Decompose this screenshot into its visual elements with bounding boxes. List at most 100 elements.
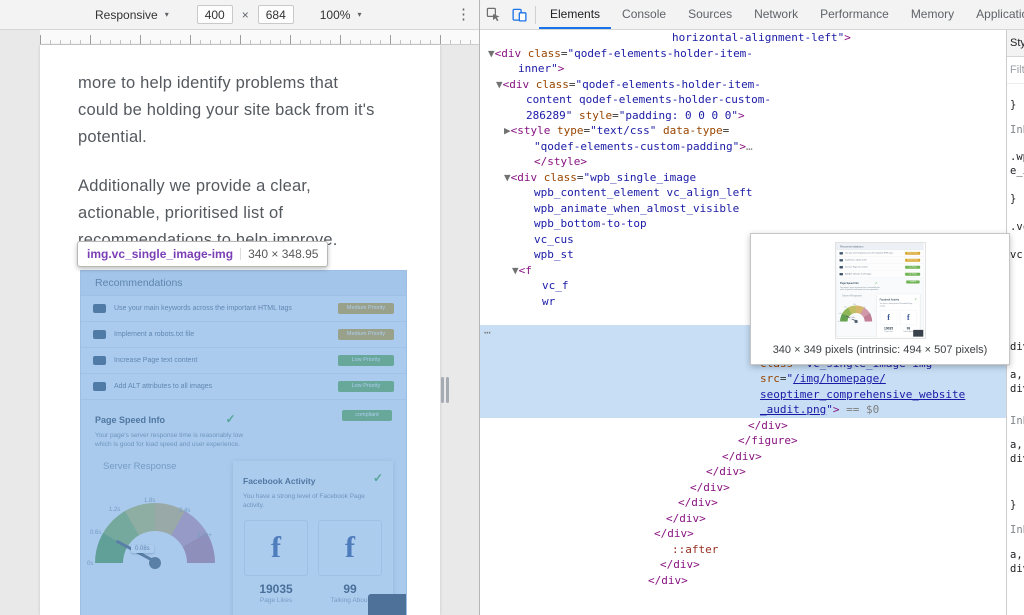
tree-line[interactable]: </div> <box>480 573 1006 589</box>
viewport-resize-handle[interactable] <box>441 377 451 403</box>
paragraph-line: potential. <box>78 124 418 151</box>
tooltip-dimensions: 340 × 348.95 <box>248 247 318 261</box>
tree-line[interactable]: src="/img/homepage/ <box>480 371 1006 387</box>
tab-sources[interactable]: Sources <box>677 0 743 29</box>
gauge-tick: 3.0s+ <box>197 533 212 539</box>
tab-memory[interactable]: Memory <box>900 0 965 29</box>
facebook-description: You have a strong level of Facebook Page… <box>879 303 917 308</box>
audit-row-text: Use your main keywords across the import… <box>114 305 338 313</box>
gauge-tick: 0s <box>87 561 93 567</box>
tree-line[interactable]: </figure> <box>480 433 1006 449</box>
audit-row-icon <box>93 330 106 339</box>
devtools-tab-strip: ElementsConsoleSourcesNetworkPerformance… <box>539 0 1024 29</box>
gauge-hub <box>854 320 857 323</box>
styles-fragment: Inh <box>1010 524 1024 536</box>
tree-line[interactable]: </div> <box>480 495 1006 511</box>
facebook-logo: f <box>318 520 382 576</box>
styles-fragment: div <box>1010 453 1024 465</box>
zoom-select[interactable]: 100% ▾ <box>320 8 362 22</box>
page-speed-title: Page Speed Info <box>95 415 165 425</box>
tree-line[interactable]: horizontal-alignment-left"> <box>480 30 1006 46</box>
paragraph-line: Additionally we provide a clear, <box>78 173 418 200</box>
tree-line[interactable]: ::after <box>480 542 1006 558</box>
device-toolbar-menu-icon[interactable]: ⋮ <box>456 6 468 24</box>
viewport-width-input[interactable] <box>197 5 233 24</box>
gauge-tick: 2.4s <box>862 307 865 309</box>
tree-line[interactable]: </div> <box>480 449 1006 465</box>
tree-line[interactable]: </div> <box>480 557 1006 573</box>
check-icon: ✓ <box>914 297 917 301</box>
gauge-tick: 0.6s <box>90 530 101 536</box>
tabbar-separator <box>535 6 536 24</box>
tree-line[interactable]: </div> <box>480 418 1006 434</box>
audit-row: Use your main keywords across the import… <box>836 250 923 257</box>
audit-row-icon <box>93 304 106 313</box>
styles-fragment: Inh <box>1010 124 1024 136</box>
viewport-dimensions: × <box>197 5 294 24</box>
tab-console[interactable]: Console <box>611 0 677 29</box>
tree-line[interactable]: seoptimer_comprehensive_website <box>480 387 1006 403</box>
styles-filter-input[interactable]: Filter <box>1007 57 1024 84</box>
tree-line[interactable]: 286289" style="padding: 0 0 0 0"> <box>480 108 1006 124</box>
tree-line[interactable]: "qodef-elements-custom-padding">… <box>480 139 1006 155</box>
styles-fragment: Inh <box>1010 415 1024 427</box>
inspect-icon[interactable] <box>480 2 506 28</box>
tree-line[interactable]: _audit.png"> == $0 <box>480 402 1006 418</box>
audit-row-text: Implement a robots.txt file <box>845 259 905 261</box>
chevron-down-icon: ▾ <box>165 10 169 19</box>
panel-divider[interactable] <box>479 0 480 615</box>
tree-line[interactable]: ▶<style type="text/css" data-type= <box>480 123 1006 139</box>
tree-line[interactable]: wpb_content_element vc_align_left <box>480 185 1006 201</box>
styles-fragment: .wp <box>1010 151 1024 163</box>
audit-row: Use your main keywords across the import… <box>81 296 406 322</box>
audit-row: Increase Page text contentLow Priority <box>81 348 406 374</box>
gauge-tick: 1.2s <box>843 307 846 309</box>
tree-line[interactable]: ▼<div class="qodef-elements-holder-item- <box>480 77 1006 93</box>
facebook-stat-label: Page Likes <box>244 597 308 604</box>
tab-performance[interactable]: Performance <box>809 0 900 29</box>
viewport-height-input[interactable] <box>258 5 294 24</box>
facebook-card: ✓ Facebook Activity You have a strong le… <box>233 461 393 615</box>
audit-header: Recommendations <box>836 243 923 250</box>
server-response-gauge: 0s0.6s1.2s1.8s2.4s3.0s+ 0.08s <box>87 483 223 575</box>
page-text: more to help identify problems that coul… <box>78 70 418 254</box>
facebook-stat-value: 19035 <box>244 582 308 596</box>
tab-elements[interactable]: Elements <box>539 0 611 29</box>
tree-line[interactable]: ▼<div class="wpb_single_image <box>480 170 1006 186</box>
facebook-stats: f19035Page Likesf99Talking About <box>243 520 383 604</box>
tooltip-divider <box>240 248 241 260</box>
device-mode-select[interactable]: Responsive ▾ <box>95 8 169 22</box>
styles-fragment: vc <box>1010 249 1023 261</box>
tree-overflow-marker[interactable]: ⋯ <box>484 326 491 339</box>
gauge-value: 0.08s <box>131 545 154 553</box>
tree-line[interactable]: ▼<div class="qodef-elements-holder-item- <box>480 46 1006 62</box>
gauge-tick: 0s <box>837 321 839 323</box>
facebook-logo: f <box>879 310 896 325</box>
page-speed-title: Page Speed Info <box>840 282 859 285</box>
tree-line[interactable]: </style> <box>480 154 1006 170</box>
styles-fragment: div <box>1010 383 1024 395</box>
tree-line[interactable]: </div> <box>480 511 1006 527</box>
tree-line[interactable]: </div> <box>480 480 1006 496</box>
image-preview-popup: Recommendations Use your main keywords a… <box>750 233 1010 365</box>
tab-styles[interactable]: Styles <box>1010 37 1024 49</box>
check-icon: ✓ <box>373 471 383 485</box>
tree-line[interactable]: </div> <box>480 464 1006 480</box>
tab-application[interactable]: Application <box>965 0 1024 29</box>
audit-row-badge: Medium Priority <box>905 252 920 255</box>
tree-line[interactable]: wpb_animate_when_almost_visible <box>480 201 1006 217</box>
tree-line[interactable]: content qodef-elements-holder-custom- <box>480 92 1006 108</box>
chat-widget <box>368 594 406 615</box>
inspected-image-region: Recommendations Use your main keywords a… <box>80 270 407 615</box>
tree-line[interactable]: wpb_bottom-to-top <box>480 216 1006 232</box>
facebook-stat-label: Page Likes <box>879 331 896 333</box>
device-viewport: more to help identify problems that coul… <box>40 45 440 615</box>
tree-line[interactable]: </div> <box>480 526 1006 542</box>
gauge-tick: 0.6s <box>838 313 841 315</box>
check-icon: ✓ <box>225 412 235 426</box>
tree-line[interactable]: inner"> <box>480 61 1006 77</box>
device-mode-label: Responsive <box>95 8 158 22</box>
tab-network[interactable]: Network <box>743 0 809 29</box>
styles-fragment: div <box>1010 341 1024 353</box>
device-toolbar-toggle-icon[interactable] <box>506 2 532 28</box>
